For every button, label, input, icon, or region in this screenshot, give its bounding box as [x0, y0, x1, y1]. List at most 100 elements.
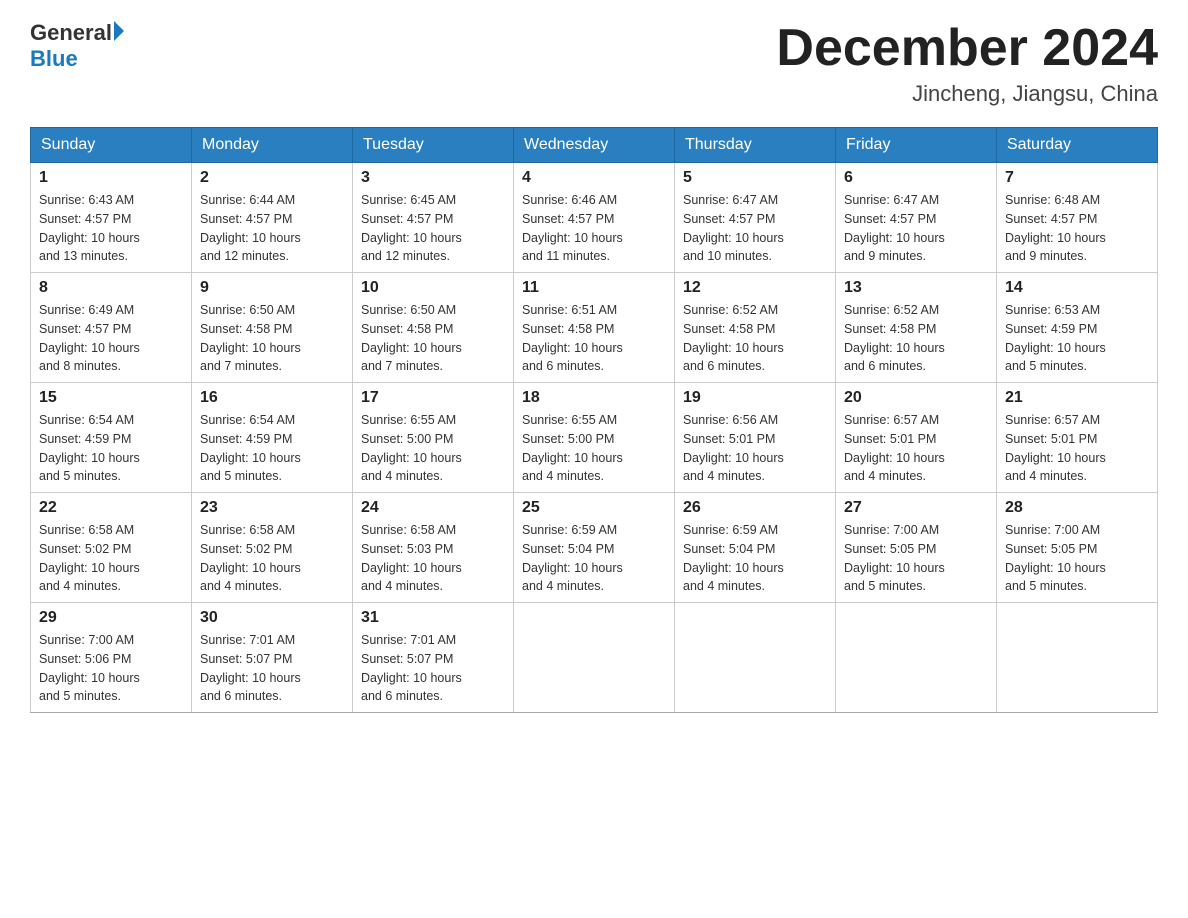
day-info: Sunrise: 6:51 AMSunset: 4:58 PMDaylight:… [522, 301, 666, 376]
calendar-cell [675, 603, 836, 713]
calendar-cell: 27Sunrise: 7:00 AMSunset: 5:05 PMDayligh… [836, 493, 997, 603]
day-number: 6 [844, 169, 988, 187]
calendar-cell [997, 603, 1158, 713]
calendar-cell: 4Sunrise: 6:46 AMSunset: 4:57 PMDaylight… [514, 163, 675, 273]
day-number: 8 [39, 279, 183, 297]
day-info: Sunrise: 6:49 AMSunset: 4:57 PMDaylight:… [39, 301, 183, 376]
calendar-cell: 17 Sunrise: 6:55 AMSunset: 5:00 PMDayligh… [353, 383, 514, 493]
calendar-header-saturday: Saturday [997, 128, 1158, 163]
day-info: Sunrise: 6:47 AMSunset: 4:57 PMDaylight:… [844, 191, 988, 266]
calendar-cell: 6 Sunrise: 6:47 AMSunset: 4:57 PMDaylight… [836, 163, 997, 273]
calendar-cell: 26Sunrise: 6:59 AMSunset: 5:04 PMDayligh… [675, 493, 836, 603]
day-info: Sunrise: 6:54 AMSunset: 4:59 PMDaylight:… [39, 411, 183, 486]
day-info: Sunrise: 6:52 AMSunset: 4:58 PMDaylight:… [683, 301, 827, 376]
calendar-cell: 8 Sunrise: 6:49 AMSunset: 4:57 PMDaylight… [31, 273, 192, 383]
calendar-week-row: 15 Sunrise: 6:54 AMSunset: 4:59 PMDayligh… [31, 383, 1158, 493]
day-info: Sunrise: 6:45 AMSunset: 4:57 PMDaylight:… [361, 191, 505, 266]
day-number: 19 [683, 389, 827, 407]
day-number: 18 [522, 389, 666, 407]
calendar-cell: 18 Sunrise: 6:55 AMSunset: 5:00 PMDayligh… [514, 383, 675, 493]
calendar-cell: 16 Sunrise: 6:54 AMSunset: 4:59 PMDayligh… [192, 383, 353, 493]
logo: General Blue [30, 20, 124, 72]
day-info: Sunrise: 6:54 AMSunset: 4:59 PMDaylight:… [200, 411, 344, 486]
day-info: Sunrise: 6:59 AMSunset: 5:04 PMDaylight:… [522, 521, 666, 596]
day-info: Sunrise: 6:55 AMSunset: 5:00 PMDaylight:… [522, 411, 666, 486]
day-info: Sunrise: 6:58 AMSunset: 5:02 PMDaylight:… [200, 521, 344, 596]
day-number: 28 [1005, 499, 1149, 517]
calendar-cell: 7Sunrise: 6:48 AMSunset: 4:57 PMDaylight… [997, 163, 1158, 273]
page-header: General Blue December 2024 Jincheng, Jia… [30, 20, 1158, 107]
calendar-cell: 19 Sunrise: 6:56 AMSunset: 5:01 PMDayligh… [675, 383, 836, 493]
day-info: Sunrise: 6:53 AMSunset: 4:59 PMDaylight:… [1005, 301, 1149, 376]
day-info: Sunrise: 6:55 AMSunset: 5:00 PMDaylight:… [361, 411, 505, 486]
calendar-week-row: 8 Sunrise: 6:49 AMSunset: 4:57 PMDaylight… [31, 273, 1158, 383]
calendar-week-row: 1 Sunrise: 6:43 AMSunset: 4:57 PMDaylight… [31, 163, 1158, 273]
calendar-header-sunday: Sunday [31, 128, 192, 163]
day-number: 15 [39, 389, 183, 407]
calendar-cell: 20 Sunrise: 6:57 AMSunset: 5:01 PMDayligh… [836, 383, 997, 493]
logo-blue: Blue [30, 46, 124, 72]
day-number: 12 [683, 279, 827, 297]
calendar-cell: 5Sunrise: 6:47 AMSunset: 4:57 PMDaylight… [675, 163, 836, 273]
calendar-table: SundayMondayTuesdayWednesdayThursdayFrid… [30, 127, 1158, 713]
day-number: 21 [1005, 389, 1149, 407]
day-number: 29 [39, 609, 183, 627]
day-info: Sunrise: 6:44 AMSunset: 4:57 PMDaylight:… [200, 191, 344, 266]
day-number: 9 [200, 279, 344, 297]
calendar-cell: 2 Sunrise: 6:44 AMSunset: 4:57 PMDaylight… [192, 163, 353, 273]
calendar-header-monday: Monday [192, 128, 353, 163]
day-number: 17 [361, 389, 505, 407]
calendar-cell: 31 Sunrise: 7:01 AMSunset: 5:07 PMDayligh… [353, 603, 514, 713]
day-number: 25 [522, 499, 666, 517]
day-info: Sunrise: 6:56 AMSunset: 5:01 PMDaylight:… [683, 411, 827, 486]
calendar-cell: 24 Sunrise: 6:58 AMSunset: 5:03 PMDayligh… [353, 493, 514, 603]
day-info: Sunrise: 6:48 AMSunset: 4:57 PMDaylight:… [1005, 191, 1149, 266]
day-number: 16 [200, 389, 344, 407]
location-text: Jincheng, Jiangsu, China [776, 81, 1158, 107]
calendar-cell: 25 Sunrise: 6:59 AMSunset: 5:04 PMDayligh… [514, 493, 675, 603]
day-number: 26 [683, 499, 827, 517]
calendar-cell: 23 Sunrise: 6:58 AMSunset: 5:02 PMDayligh… [192, 493, 353, 603]
day-number: 2 [200, 169, 344, 187]
calendar-cell: 3 Sunrise: 6:45 AMSunset: 4:57 PMDaylight… [353, 163, 514, 273]
calendar-cell: 22 Sunrise: 6:58 AMSunset: 5:02 PMDayligh… [31, 493, 192, 603]
day-number: 20 [844, 389, 988, 407]
calendar-cell: 13Sunrise: 6:52 AMSunset: 4:58 PMDayligh… [836, 273, 997, 383]
logo-arrow-icon [114, 21, 124, 41]
calendar-cell: 15 Sunrise: 6:54 AMSunset: 4:59 PMDayligh… [31, 383, 192, 493]
calendar-cell: 12 Sunrise: 6:52 AMSunset: 4:58 PMDayligh… [675, 273, 836, 383]
calendar-cell: 11Sunrise: 6:51 AMSunset: 4:58 PMDayligh… [514, 273, 675, 383]
day-info: Sunrise: 7:01 AMSunset: 5:07 PMDaylight:… [200, 631, 344, 706]
day-number: 24 [361, 499, 505, 517]
calendar-cell [836, 603, 997, 713]
calendar-header-row: SundayMondayTuesdayWednesdayThursdayFrid… [31, 128, 1158, 163]
day-number: 22 [39, 499, 183, 517]
day-info: Sunrise: 6:50 AMSunset: 4:58 PMDaylight:… [200, 301, 344, 376]
day-number: 27 [844, 499, 988, 517]
calendar-cell: 28Sunrise: 7:00 AMSunset: 5:05 PMDayligh… [997, 493, 1158, 603]
day-number: 4 [522, 169, 666, 187]
day-info: Sunrise: 6:50 AMSunset: 4:58 PMDaylight:… [361, 301, 505, 376]
day-number: 23 [200, 499, 344, 517]
day-info: Sunrise: 6:58 AMSunset: 5:03 PMDaylight:… [361, 521, 505, 596]
calendar-cell: 21Sunrise: 6:57 AMSunset: 5:01 PMDayligh… [997, 383, 1158, 493]
day-info: Sunrise: 6:58 AMSunset: 5:02 PMDaylight:… [39, 521, 183, 596]
calendar-header-friday: Friday [836, 128, 997, 163]
month-title: December 2024 [776, 20, 1158, 77]
day-info: Sunrise: 6:57 AMSunset: 5:01 PMDaylight:… [844, 411, 988, 486]
day-number: 31 [361, 609, 505, 627]
title-section: December 2024 Jincheng, Jiangsu, China [776, 20, 1158, 107]
day-info: Sunrise: 7:01 AMSunset: 5:07 PMDaylight:… [361, 631, 505, 706]
day-number: 1 [39, 169, 183, 187]
calendar-week-row: 29 Sunrise: 7:00 AMSunset: 5:06 PMDayligh… [31, 603, 1158, 713]
calendar-cell: 1 Sunrise: 6:43 AMSunset: 4:57 PMDaylight… [31, 163, 192, 273]
day-info: Sunrise: 7:00 AMSunset: 5:06 PMDaylight:… [39, 631, 183, 706]
logo-general: General [30, 20, 112, 46]
day-number: 10 [361, 279, 505, 297]
calendar-week-row: 22 Sunrise: 6:58 AMSunset: 5:02 PMDayligh… [31, 493, 1158, 603]
calendar-cell: 10 Sunrise: 6:50 AMSunset: 4:58 PMDayligh… [353, 273, 514, 383]
day-info: Sunrise: 6:43 AMSunset: 4:57 PMDaylight:… [39, 191, 183, 266]
calendar-cell: 30Sunrise: 7:01 AMSunset: 5:07 PMDayligh… [192, 603, 353, 713]
day-number: 13 [844, 279, 988, 297]
day-number: 3 [361, 169, 505, 187]
